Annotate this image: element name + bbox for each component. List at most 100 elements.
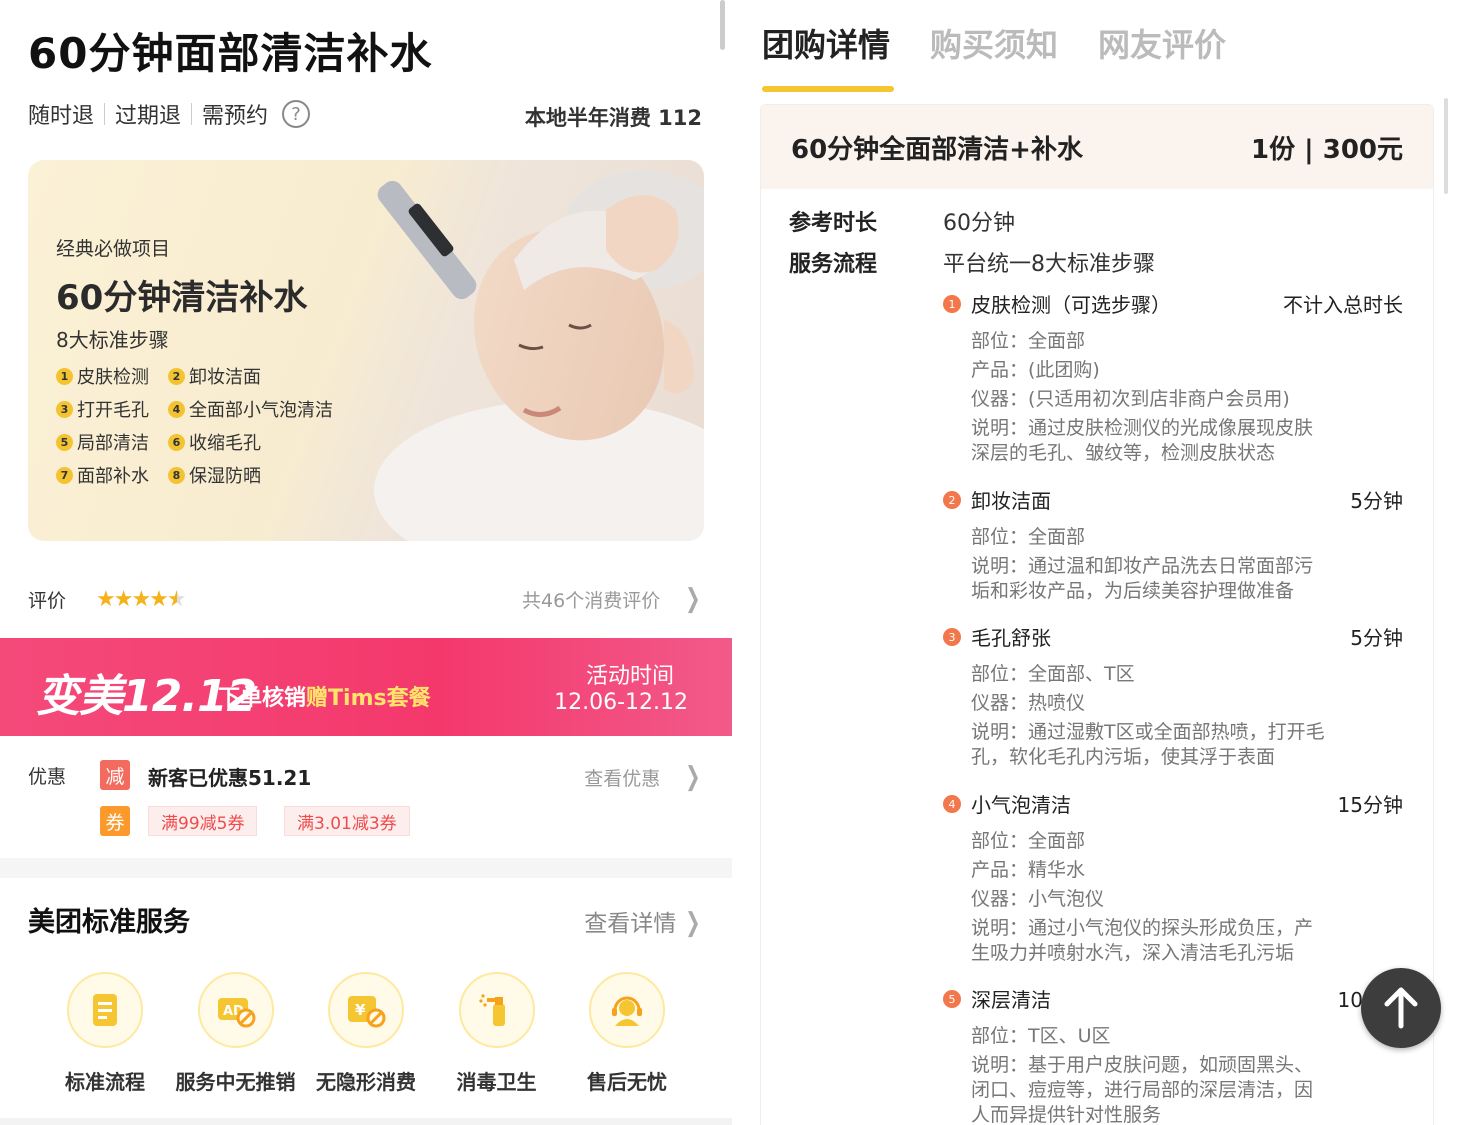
step-duration: 5分钟 (1350, 489, 1403, 513)
step-detail: 仪器：热喷仪 (971, 692, 1086, 714)
promo-banner-image[interactable]: 经典必做项目 60分钟清洁补水 8大标准步骤 1 皮肤检测 2 卸妆洁面 3 打开毛孔… (28, 160, 704, 541)
process-step: 5 深层清洁 10分钟 部位：T区、U区 说明：基于用户皮肤问题，如顽固黑头、 … (943, 984, 1403, 1125)
banner-step: 5 局部清洁 (56, 429, 168, 455)
promo-event-banner[interactable]: 变美12.12 下单核销赠Tims套餐 活动时间 12.06-12.12 (0, 638, 732, 736)
step-name: 卸妆洁面 (971, 489, 1051, 513)
banner-step: 4 全面部小气泡清洁 (168, 396, 348, 422)
tab-group-buy-details[interactable]: 团购详情 (762, 20, 894, 92)
step-detail: 垢和彩妆产品，为后续美容护理做准备 (971, 580, 1295, 602)
step-detail: 部位：全面部 (971, 526, 1086, 548)
process-step: 3 毛孔舒张 5分钟 部位：全面部、T区 仪器：热喷仪 说明：通过湿敷T区或全面… (943, 622, 1403, 770)
step-detail: 部位：T区、U区 (971, 1025, 1111, 1047)
step-duration: 5分钟 (1350, 626, 1403, 650)
tab-purchase-notes[interactable]: 购买须知 (930, 20, 1058, 66)
section-divider (0, 1118, 732, 1125)
service-item-no-upsell[interactable]: AD 服务中无推销 (171, 972, 301, 1095)
step-detail: 深层的毛孔、皱纹等，检测皮肤状态 (971, 442, 1276, 464)
step-name: 皮肤检测（可选步骤） (971, 293, 1171, 317)
step-detail: 说明：通过小气泡仪的探头形成负压，产 (971, 917, 1314, 939)
banner-step: 6 收缩毛孔 (168, 429, 348, 455)
step-detail: 产品：(此团购) (971, 359, 1100, 381)
step-detail: 说明：通过湿敷T区或全面部热喷，打开毛 (971, 721, 1325, 743)
page-title: 60分钟面部清洁补水 (28, 29, 433, 78)
facial-treatment-illustration (374, 170, 704, 541)
process-value: 平台统一8大标准步骤 (943, 252, 1155, 277)
reduce-badge: 减 (100, 760, 130, 790)
arrow-up-icon (1384, 987, 1418, 1029)
chevron-right-icon: ❯ (685, 908, 701, 938)
banner-step: 2 卸妆洁面 (168, 363, 348, 389)
step-detail: 说明：通过温和卸妆产品洗去日常面部污 (971, 555, 1314, 577)
standard-service-title: 美团标准服务 (28, 907, 190, 938)
process-step: 1 皮肤检测（可选步骤） 不计入总时长 部位：全面部 产品：(此团购) 仪器：(… (943, 289, 1403, 466)
banner-step: 7 面部补水 (56, 462, 168, 488)
step-detail: 说明：通过皮肤检测仪的光成像展现皮肤 (971, 417, 1314, 439)
divider (104, 103, 106, 125)
service-item-no-hidden-fee[interactable]: ¥ 无隐形消费 (301, 972, 431, 1095)
scrollbar[interactable] (1444, 98, 1448, 194)
tag-expired-refund: 过期退 (115, 104, 182, 129)
step-detail: 部位：全面部 (971, 830, 1086, 852)
step-detail: 部位：全面部、T区 (971, 663, 1135, 685)
standard-service-list: 标准流程 AD 服务中无推销 ¥ 无隐形消费 消毒卫生 售后无忧 (28, 972, 704, 1095)
banner-step: 3 打开毛孔 (56, 396, 168, 422)
step-detail: 产品：精华水 (971, 859, 1086, 881)
detail-tabs: 团购详情 购买须知 网友评价 (762, 20, 1266, 92)
no-hidden-fee-icon: ¥ (328, 972, 404, 1048)
process-label: 服务流程 (789, 252, 878, 277)
step-detail: 生吸力并喷射水汽，深入清洁毛孔污垢 (971, 942, 1295, 964)
back-to-top-button[interactable] (1361, 968, 1441, 1048)
service-item-standard-process[interactable]: 标准流程 (40, 972, 170, 1095)
chevron-right-icon: ❯ (685, 762, 701, 792)
tag-reservation-required: 需预约 (202, 104, 269, 129)
process-step: 2 卸妆洁面 5分钟 部位：全面部 说明：通过温和卸妆产品洗去日常面部污 垢和彩… (943, 485, 1403, 604)
step-detail: 仪器：(只适用初次到店非商户会员用) (971, 388, 1290, 410)
coupon-chip[interactable]: 满99减5券 (148, 806, 258, 836)
step-detail: 闭口、痘痘等，进行局部的深层清洁，因 (971, 1079, 1314, 1101)
deal-details-panel: 团购详情 购买须知 网友评价 60分钟全面部清洁+补水 1份 | 300元 参考… (732, 0, 1462, 1125)
coupon-badge: 券 (100, 806, 130, 836)
step-detail: 人而异提供针对性服务 (971, 1104, 1162, 1125)
refund-tags: 随时退 过期退 需预约 ? (28, 98, 311, 130)
deal-overview-panel: 60分钟面部清洁补水 随时退 过期退 需预约 ? 本地半年消费 112 经典必做… (0, 0, 732, 1125)
section-divider (0, 858, 732, 878)
package-card: 60分钟全面部清洁+补水 1份 | 300元 参考时长 60分钟 服务流程 平台… (760, 104, 1434, 1125)
ref-duration-label: 参考时长 (789, 211, 878, 236)
package-header: 60分钟全面部清洁+补水 1份 | 300元 (761, 105, 1433, 189)
step-duration: 15分钟 (1337, 793, 1403, 817)
chevron-right-icon: ❯ (685, 584, 701, 614)
service-item-sanitation[interactable]: 消毒卫生 (432, 972, 562, 1095)
banner-steps-list: 1 皮肤检测 2 卸妆洁面 3 打开毛孔 4 全面部小气泡清洁 5 局部清洁 6 收缩毛孔 … (56, 363, 348, 488)
rating-label: 评价 (28, 589, 67, 612)
banner-headline: 60分钟清洁补水 (56, 278, 308, 318)
rating-row[interactable]: 评价 ★★★★★ 共46个消费评价 ❯ (28, 584, 704, 614)
scrollbar[interactable] (720, 0, 725, 50)
step-number: 4 (943, 795, 961, 813)
document-icon (67, 972, 143, 1048)
step-name: 深层清洁 (971, 988, 1051, 1012)
view-discount-link[interactable]: 查看优惠 ❯ (584, 762, 704, 792)
banner-step: 8 保湿防晒 (168, 462, 348, 488)
support-agent-icon (589, 972, 665, 1048)
banner-kicker: 经典必做项目 (56, 238, 171, 260)
process-step: 4 小气泡清洁 15分钟 部位：全面部 产品：精华水 仪器：小气泡仪 说明：通过… (943, 789, 1403, 966)
local-sales-count: 本地半年消费 112 (524, 106, 702, 130)
help-icon[interactable]: ? (282, 100, 311, 128)
divider (191, 103, 193, 125)
view-details-link[interactable]: 查看详情 ❯ (584, 904, 704, 938)
coupon-chip[interactable]: 满3.01减3券 (284, 806, 410, 836)
svg-text:¥: ¥ (355, 1001, 366, 1019)
step-detail: 部位：全面部 (971, 330, 1086, 352)
star-rating: ★★★★★ (96, 586, 187, 612)
promo-small-text: 下单核销赠Tims套餐 (218, 686, 431, 711)
promo-time-label: 活动时间 (585, 664, 674, 689)
no-ad-icon: AD (197, 972, 274, 1048)
package-price: 1份 | 300元 (1251, 134, 1403, 165)
banner-step: 1 皮肤检测 (56, 363, 168, 389)
step-number: 3 (943, 628, 961, 646)
package-name: 60分钟全面部清洁+补水 (791, 134, 1083, 165)
new-user-discount: 新客已优惠51.21 (148, 766, 312, 790)
tab-user-reviews[interactable]: 网友评价 (1098, 20, 1226, 66)
service-item-after-sales[interactable]: 售后无忧 (562, 972, 692, 1095)
step-name: 小气泡清洁 (971, 793, 1071, 817)
